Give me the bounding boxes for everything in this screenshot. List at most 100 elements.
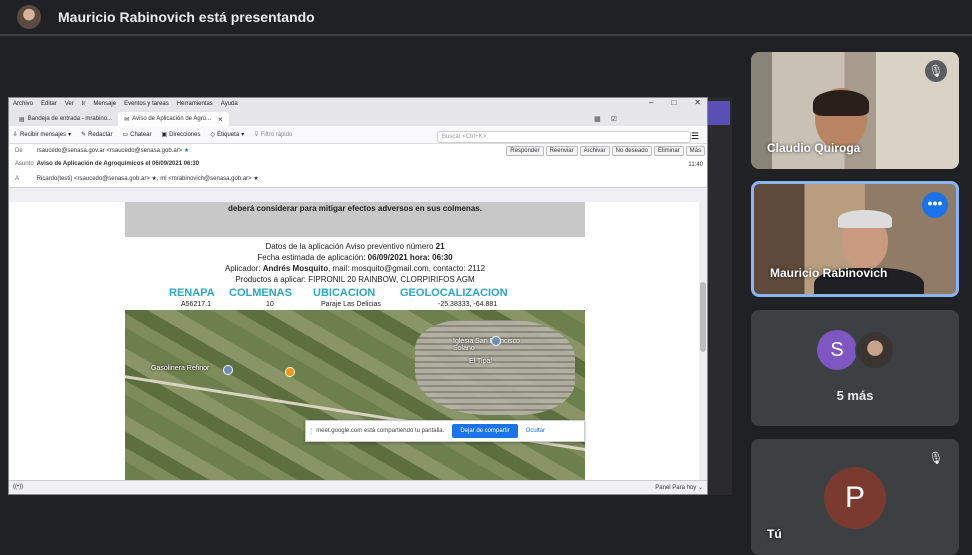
cell-value: -25.38333, -64.881 (438, 301, 498, 308)
calendar-icon[interactable]: ▦ (594, 115, 601, 123)
avatar: S (817, 330, 857, 370)
chat-icon: ▭ (122, 132, 129, 138)
tab-label: Aviso de Aplicación de Agro... (132, 116, 212, 122)
from-value[interactable]: rsaucedo@senasa.gov.ar <rsaucedo@senasa.… (37, 148, 183, 154)
address-book-label: Direcciones (169, 131, 201, 138)
avatar (855, 330, 895, 370)
menu-item[interactable]: Mensaje (93, 101, 116, 107)
archive-button[interactable]: Archivar (579, 146, 610, 156)
presentation-banner: Mauricio Rabinovich está presentando (0, 0, 972, 34)
address-book-icon: ▣ (161, 132, 168, 138)
more-participants-label: 5 más (836, 388, 874, 403)
tag-label: Etiqueta (217, 131, 240, 138)
menu-item[interactable]: Ayuda (221, 101, 238, 107)
stop-sharing-button[interactable]: Dejar de compartir (452, 424, 518, 438)
map-label: El Tipal (469, 358, 492, 365)
receive-label: Recibir mensajes (20, 131, 67, 138)
more-button[interactable]: Más (685, 146, 705, 156)
map-label: Gasolinera Refinor (151, 365, 210, 372)
info-text: Fecha estimada de aplicación: (257, 253, 368, 262)
chat-button[interactable]: ▭ Chatear (122, 131, 152, 139)
chat-label: Chatear (130, 131, 152, 138)
menu-item[interactable]: Herramientas (177, 101, 213, 107)
column-header: GEOLOCALIZACION (400, 287, 508, 299)
participant-name: Mauricio Rabinovich (770, 266, 888, 280)
close-icon[interactable]: ✕ (694, 98, 701, 107)
compose-button[interactable]: ✎ Redactar (81, 131, 112, 139)
column-header: COLMENAS (229, 287, 292, 299)
from-row: De rsaucedo@senasa.gov.ar <rsaucedo@sena… (15, 147, 189, 154)
maximize-icon[interactable]: □ (671, 98, 676, 107)
info-text: , mail: mosquito@gmail.com, contacto: 21… (328, 264, 486, 273)
participant-tile-active[interactable]: ••• Mauricio Rabinovich (751, 181, 959, 297)
vertical-scrollbar[interactable] (699, 202, 707, 482)
hide-button[interactable]: Ocultar (526, 428, 545, 434)
menu-icon[interactable]: ☰ (691, 131, 699, 142)
menu-item[interactable]: Archivo (13, 101, 33, 107)
info-line: Aplicador: Andrés Mosquito, mail: mosqui… (125, 264, 585, 273)
shared-screen: Archivo Editar Ver Ir Mensaje Eventos y … (8, 97, 708, 495)
window-controls: – □ ✕ (649, 98, 701, 107)
quick-filter-button[interactable]: ⊽ Filtro rápido (254, 131, 293, 139)
menu-item[interactable]: Ir (82, 101, 86, 107)
to-label: A (15, 176, 20, 182)
background-window (708, 97, 732, 495)
tag-button[interactable]: ◇ Etiqueta ▾ (210, 131, 245, 139)
tab-inbox[interactable]: ▤ Bandeja de entrada - mrabino... (13, 112, 118, 126)
today-pane-button[interactable]: Panel Para hoy ⌄ (655, 484, 703, 491)
message-actions: Responder Reenviar Archivar No deseado E… (506, 146, 705, 156)
receive-button[interactable]: ⇩ Recibir mensajes ▾ (13, 131, 72, 139)
mail-icon: ✉ (124, 116, 130, 123)
junk-button[interactable]: No deseado (611, 146, 652, 156)
inbox-icon: ▤ (19, 116, 25, 123)
menu-item[interactable]: Ver (65, 101, 74, 107)
delete-button[interactable]: Eliminar (653, 146, 684, 156)
bottom-area (0, 500, 740, 555)
share-text: meet.google.com está compartiendo tu pan… (316, 428, 445, 434)
drag-handle-icon[interactable]: ⁞ (310, 427, 312, 436)
chevron-down-icon: ▾ (68, 132, 72, 138)
more-options-icon[interactable]: ••• (922, 192, 948, 218)
others-tile[interactable]: S 5 más (751, 310, 959, 426)
address-book-button[interactable]: ▣ Direcciones (161, 131, 201, 139)
participant-name: Tú (767, 527, 782, 541)
notice-number: 21 (435, 242, 445, 251)
forward-button[interactable]: Reenviar (545, 146, 578, 156)
to-value[interactable]: Ricardo(testi) <rsaucedo@senasa.gob.ar> … (37, 176, 259, 182)
menu-item[interactable]: Editar (41, 101, 57, 107)
satellite-map[interactable]: Gasolinera Refinor Iglesia San Francisco… (125, 310, 585, 482)
mic-off-icon: 🎙 (925, 60, 947, 82)
tab-label: Bandeja de entrada - mrabino... (27, 116, 113, 122)
pencil-icon: ✎ (81, 132, 87, 138)
search-input[interactable]: Buscar <Ctrl+K> (437, 131, 691, 143)
participant-tile[interactable]: 🎙 Claudio Quiroga (751, 52, 959, 169)
filter-icon: ⊽ (254, 132, 259, 138)
avatar: P (824, 467, 886, 529)
location-pin-icon (285, 367, 295, 377)
chevron-down-icon: ▾ (241, 132, 245, 138)
tab-message[interactable]: ✉ Aviso de Aplicación de Agro... × (118, 112, 229, 126)
scrollbar-thumb[interactable] (700, 282, 706, 352)
column-header: UBICACION (313, 287, 376, 299)
subject-row: Asunto Aviso de Aplicación de Agroquímic… (15, 161, 199, 167)
close-icon[interactable]: × (218, 115, 223, 124)
mic-off-icon: 🎙 (925, 447, 947, 469)
participant-hair (813, 90, 869, 116)
presenter-avatar (17, 5, 41, 29)
minimize-icon[interactable]: – (649, 98, 653, 107)
reply-button[interactable]: Responder (506, 146, 544, 156)
download-icon: ⇩ (13, 132, 19, 138)
column-header: RENAPA (169, 287, 215, 299)
quick-filter-label: Filtro rápido (260, 131, 293, 138)
warning-box: deberá considerar para mitigar efectos a… (125, 202, 585, 237)
tag-icon: ◇ (210, 132, 216, 138)
town-area (415, 320, 575, 415)
message-header: De rsaucedo@senasa.gov.ar <rsaucedo@sena… (9, 144, 707, 188)
menu-item[interactable]: Eventos y tareas (124, 101, 169, 107)
date-value: 06/09/2021 hora: 06:30 (367, 253, 453, 262)
tasks-icon[interactable]: ☑ (611, 115, 617, 123)
gas-station-icon (223, 365, 233, 375)
self-tile[interactable]: P 🎙 Tú (751, 439, 959, 555)
to-row: A Ricardo(testi) <rsaucedo@senasa.gob.ar… (15, 175, 259, 182)
from-label: De (15, 148, 23, 154)
